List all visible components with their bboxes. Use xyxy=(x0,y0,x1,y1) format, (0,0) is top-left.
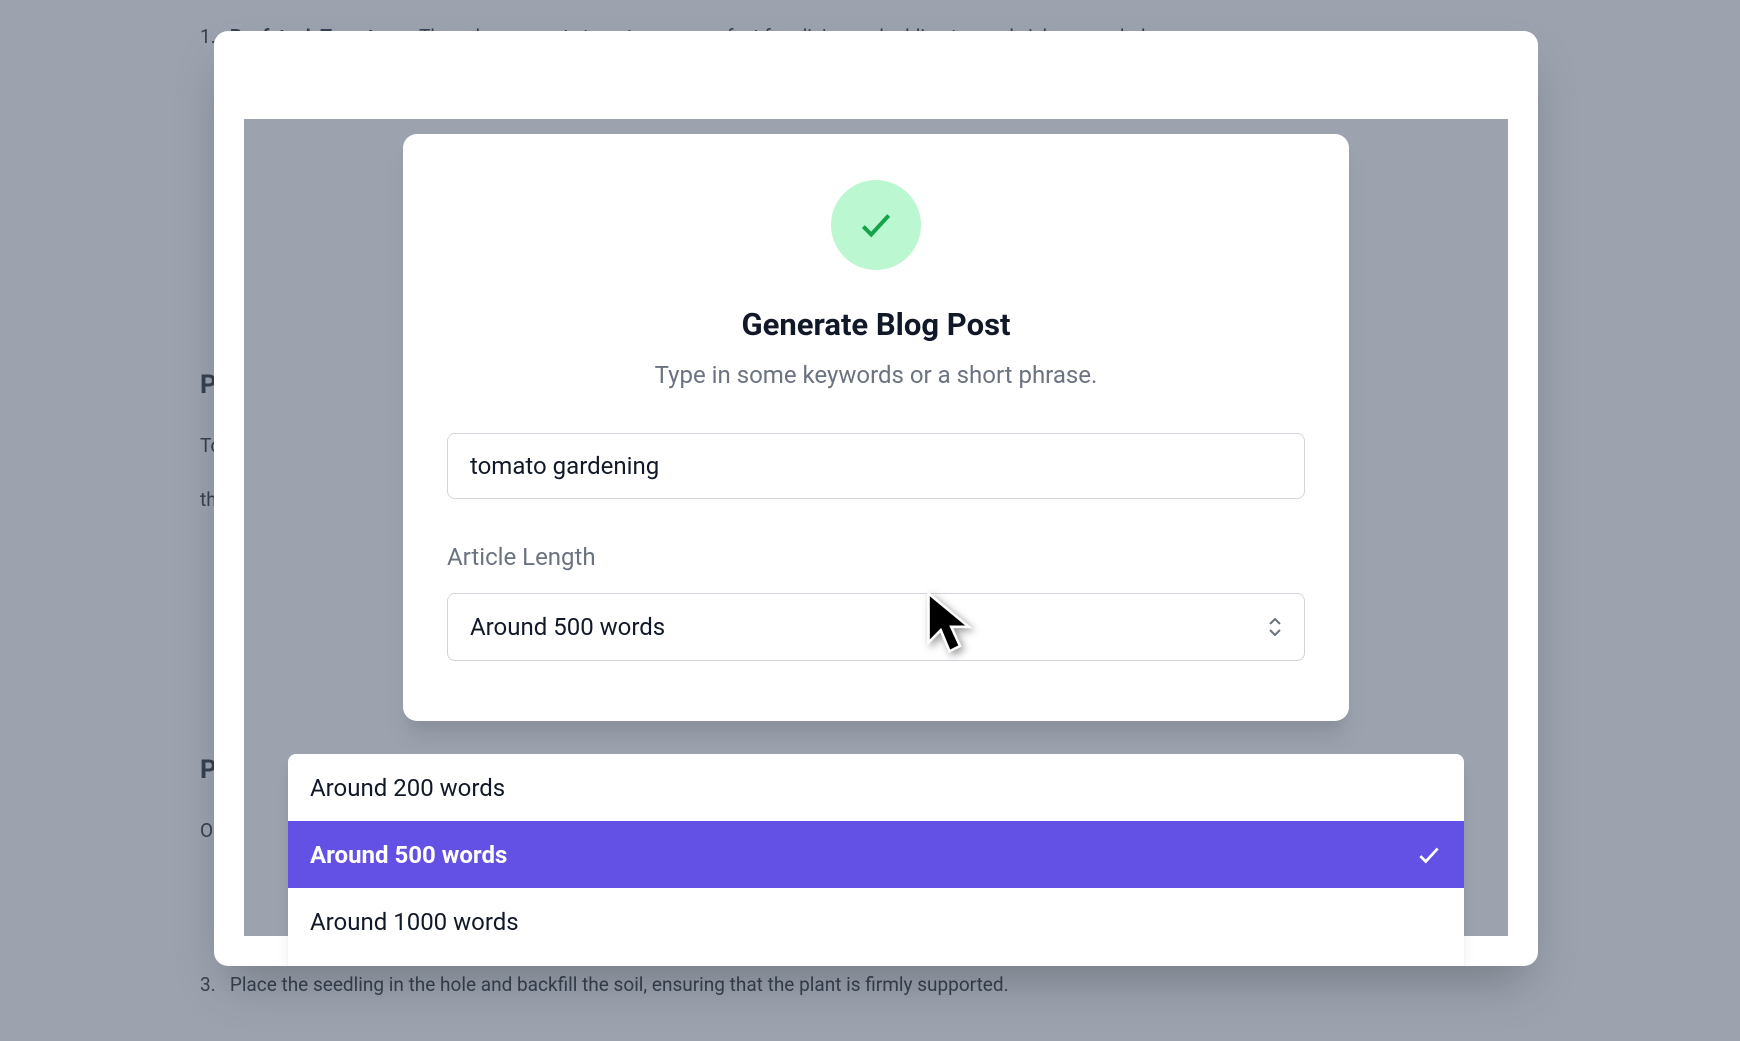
outer-panel: Generate Blog Post Type in some keywords… xyxy=(214,31,1538,966)
article-length-select[interactable]: Around 500 words xyxy=(447,593,1305,661)
checkmark-icon xyxy=(1416,842,1442,868)
success-icon-circle xyxy=(831,180,921,270)
modal-subtitle: Type in some keywords or a short phrase. xyxy=(447,361,1305,389)
dropdown-option-200[interactable]: Around 200 words xyxy=(288,754,1464,821)
dropdown-option-1000[interactable]: Around 1000 words xyxy=(288,888,1464,955)
dropdown-option-2000[interactable]: Around 2000 words xyxy=(288,955,1464,966)
keywords-input[interactable] xyxy=(447,433,1305,499)
generate-blog-modal: Generate Blog Post Type in some keywords… xyxy=(403,134,1349,721)
article-length-dropdown: Around 200 words Around 500 words Around… xyxy=(288,754,1464,966)
modal-title: Generate Blog Post xyxy=(447,306,1305,343)
dropdown-option-500[interactable]: Around 500 words xyxy=(288,821,1464,888)
article-length-label: Article Length xyxy=(447,543,1305,571)
select-value: Around 500 words xyxy=(470,613,665,641)
checkmark-icon xyxy=(857,206,895,244)
inner-gray-area: Generate Blog Post Type in some keywords… xyxy=(244,119,1508,936)
bg-list-item: 3. Place the seedling in the hole and ba… xyxy=(200,968,1540,1002)
chevron-up-down-icon xyxy=(1268,618,1282,636)
